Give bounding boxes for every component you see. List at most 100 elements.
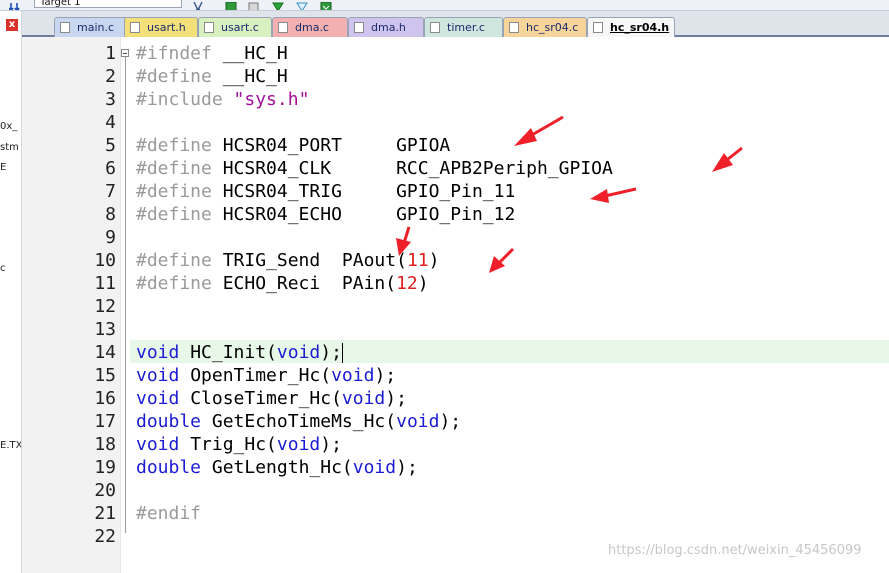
line-number: 14 xyxy=(94,342,116,363)
line-number: 8 xyxy=(105,204,116,225)
code-line[interactable]: 7 #define HCSR04_TRIG GPIO_Pin_11 xyxy=(22,180,889,203)
layers-icon[interactable] xyxy=(248,0,259,10)
tab-label: timer.c xyxy=(447,21,485,34)
code-token: void xyxy=(136,388,180,409)
tab-hc-sr04-c[interactable]: hc_sr04.c xyxy=(503,17,587,37)
code-line[interactable]: 14 void HC_Init(void); xyxy=(22,341,889,364)
code-line[interactable]: 19 double GetLength_Hc(void); xyxy=(22,456,889,479)
code-token: #define xyxy=(136,181,212,202)
line-number: 17 xyxy=(94,411,116,432)
code-line[interactable]: 15 void OpenTimer_Hc(void); xyxy=(22,364,889,387)
code-token: ); xyxy=(374,365,397,386)
tab-dma-h[interactable]: dma.h xyxy=(348,17,424,37)
code-line[interactable]: 2 #define __HC_H xyxy=(22,65,889,88)
project-item[interactable]: c xyxy=(0,263,6,274)
code-line[interactable]: 13 xyxy=(22,318,889,341)
code-line[interactable]: 1 #ifndef __HC_H xyxy=(22,42,889,65)
code-line[interactable]: 18 void Trig_Hc(void); xyxy=(22,433,889,456)
tab-dma-c[interactable]: dma.c xyxy=(272,17,348,37)
code-line[interactable]: 16 void CloseTimer_Hc(void); xyxy=(22,387,889,410)
toolbar: Target 1 xyxy=(0,0,889,11)
code-line[interactable]: 3 #include "sys.h" xyxy=(22,88,889,111)
code-text: #define __HC_H xyxy=(136,65,288,88)
file-icon xyxy=(593,22,603,33)
tab-label: main.c xyxy=(77,21,115,34)
code-text: #define ECHO_Reci PAin(12) xyxy=(136,272,429,295)
tab-hc-sr04-h[interactable]: hc_sr04.h xyxy=(587,17,675,37)
build-arrows-icon[interactable] xyxy=(8,0,20,10)
code-token: CloseTimer_Hc( xyxy=(179,388,342,409)
code-line[interactable]: 5 #define HCSR04_PORT GPIOA xyxy=(22,134,889,157)
tab-timer-c[interactable]: timer.c xyxy=(424,17,503,37)
code-token: #define xyxy=(136,204,212,225)
code-token: GetLength_Hc( xyxy=(201,457,353,478)
code-text: double GetLength_Hc(void); xyxy=(136,456,418,479)
code-text: #define HCSR04_ECHO GPIO_Pin_12 xyxy=(136,203,515,226)
diamond-icon[interactable] xyxy=(296,0,308,10)
project-item[interactable]: E.TX xyxy=(0,440,21,451)
code-line[interactable]: 12 xyxy=(22,295,889,318)
watermark: https://blog.csdn.net/weixin_45456099 xyxy=(608,543,862,558)
code-token: void xyxy=(276,342,321,363)
tab-usart-h[interactable]: usart.h xyxy=(124,17,198,37)
code-text: void Trig_Hc(void); xyxy=(136,433,342,456)
tab-label: hc_sr04.h xyxy=(610,21,670,34)
tab-label: dma.c xyxy=(295,21,329,34)
code-line[interactable]: 10 #define TRIG_Send PAout(11) xyxy=(22,249,889,272)
line-number: 13 xyxy=(94,319,116,340)
code-editor[interactable]: 1 #ifndef __HC_H 2 #define __HC_H 3 #include … xyxy=(22,37,889,573)
tab-label: dma.h xyxy=(371,21,406,34)
line-number: 21 xyxy=(94,503,116,524)
line-number: 22 xyxy=(94,526,116,547)
code-line[interactable]: 17 double GetEchoTimeMs_Hc(void); xyxy=(22,410,889,433)
code-token: HCSR04_TRIG GPIO_Pin_11 xyxy=(211,181,516,202)
code-token: OpenTimer_Hc( xyxy=(179,365,332,386)
window-icon[interactable] xyxy=(225,0,237,10)
code-token: #include xyxy=(136,89,223,110)
text-cursor xyxy=(341,343,343,363)
code-text: double GetEchoTimeMs_Hc(void); xyxy=(136,410,461,433)
code-line[interactable]: 20 xyxy=(22,479,889,502)
code-token: 12 xyxy=(396,273,418,294)
line-number: 12 xyxy=(94,296,116,317)
code-token: __HC_H xyxy=(211,66,288,87)
file-icon xyxy=(130,22,140,33)
code-line[interactable]: 8 #define HCSR04_ECHO GPIO_Pin_12 xyxy=(22,203,889,226)
target-select[interactable]: Target 1 xyxy=(34,0,182,8)
code-line[interactable]: 4 xyxy=(22,111,889,134)
tab-usart-c[interactable]: usart.c xyxy=(198,17,272,37)
tab-label: usart.c xyxy=(221,21,259,34)
project-item[interactable]: 0x_ xyxy=(0,121,17,132)
project-item[interactable]: E xyxy=(0,162,6,173)
code-token: HCSR04_ECHO GPIO_Pin_12 xyxy=(211,204,516,225)
code-token: HC_Init( xyxy=(179,342,277,363)
code-token: ); xyxy=(439,411,462,432)
close-icon[interactable]: x xyxy=(6,19,18,31)
options-icon[interactable] xyxy=(192,0,203,10)
code-token: void xyxy=(331,365,375,386)
code-token: ECHO_Reci PAin( xyxy=(211,273,397,294)
code-line[interactable]: 21 #endif xyxy=(22,502,889,525)
line-number: 11 xyxy=(94,273,116,294)
line-number: 6 xyxy=(105,158,116,179)
line-number: 4 xyxy=(105,112,116,133)
code-token: #define xyxy=(136,250,212,271)
code-line[interactable]: 11 #define ECHO_Reci PAin(12) xyxy=(22,272,889,295)
code-token: ) xyxy=(428,250,440,271)
code-text: void OpenTimer_Hc(void); xyxy=(136,364,396,387)
code-line[interactable]: 9 xyxy=(22,226,889,249)
load-icon[interactable] xyxy=(320,0,332,10)
line-number: 7 xyxy=(105,181,116,202)
code-line[interactable]: 6 #define HCSR04_CLK RCC_APB2Periph_GPIOA xyxy=(22,157,889,180)
file-icon xyxy=(430,22,440,33)
code-token: #define xyxy=(136,66,212,87)
code-text: void HC_Init(void); xyxy=(136,341,343,364)
download-diamond-icon[interactable] xyxy=(272,0,284,10)
line-number: 10 xyxy=(94,250,116,271)
code-text: #define TRIG_Send PAout(11) xyxy=(136,249,439,272)
code-token: ); xyxy=(396,457,418,478)
project-item[interactable]: stm xyxy=(0,142,19,153)
code-token: #endif xyxy=(136,503,202,524)
line-number: 9 xyxy=(105,227,116,248)
